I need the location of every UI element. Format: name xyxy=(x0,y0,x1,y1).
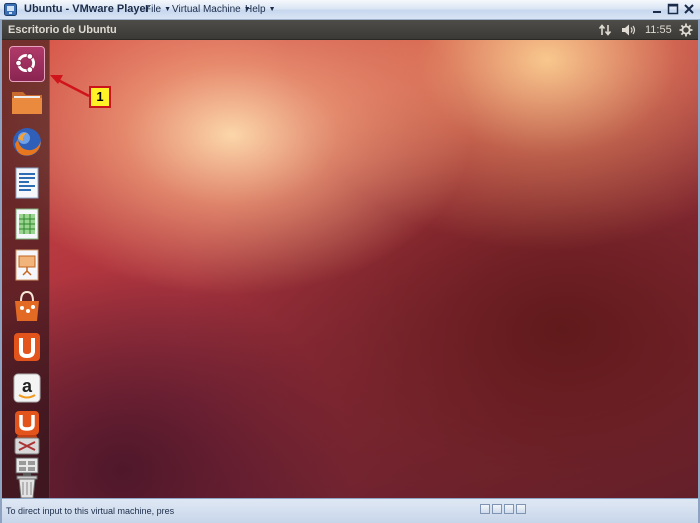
annotation-callout: 1 xyxy=(89,86,111,108)
status-text: To direct input to this virtual machine,… xyxy=(6,506,174,516)
device-hdd-icon[interactable] xyxy=(480,504,490,514)
device-network-icon[interactable] xyxy=(504,504,514,514)
annotation-arrow xyxy=(50,75,90,98)
vmware-status-bar: To direct input to this virtual machine,… xyxy=(2,498,698,523)
device-usb-icon[interactable] xyxy=(516,504,526,514)
device-cdrom-icon[interactable] xyxy=(492,504,502,514)
